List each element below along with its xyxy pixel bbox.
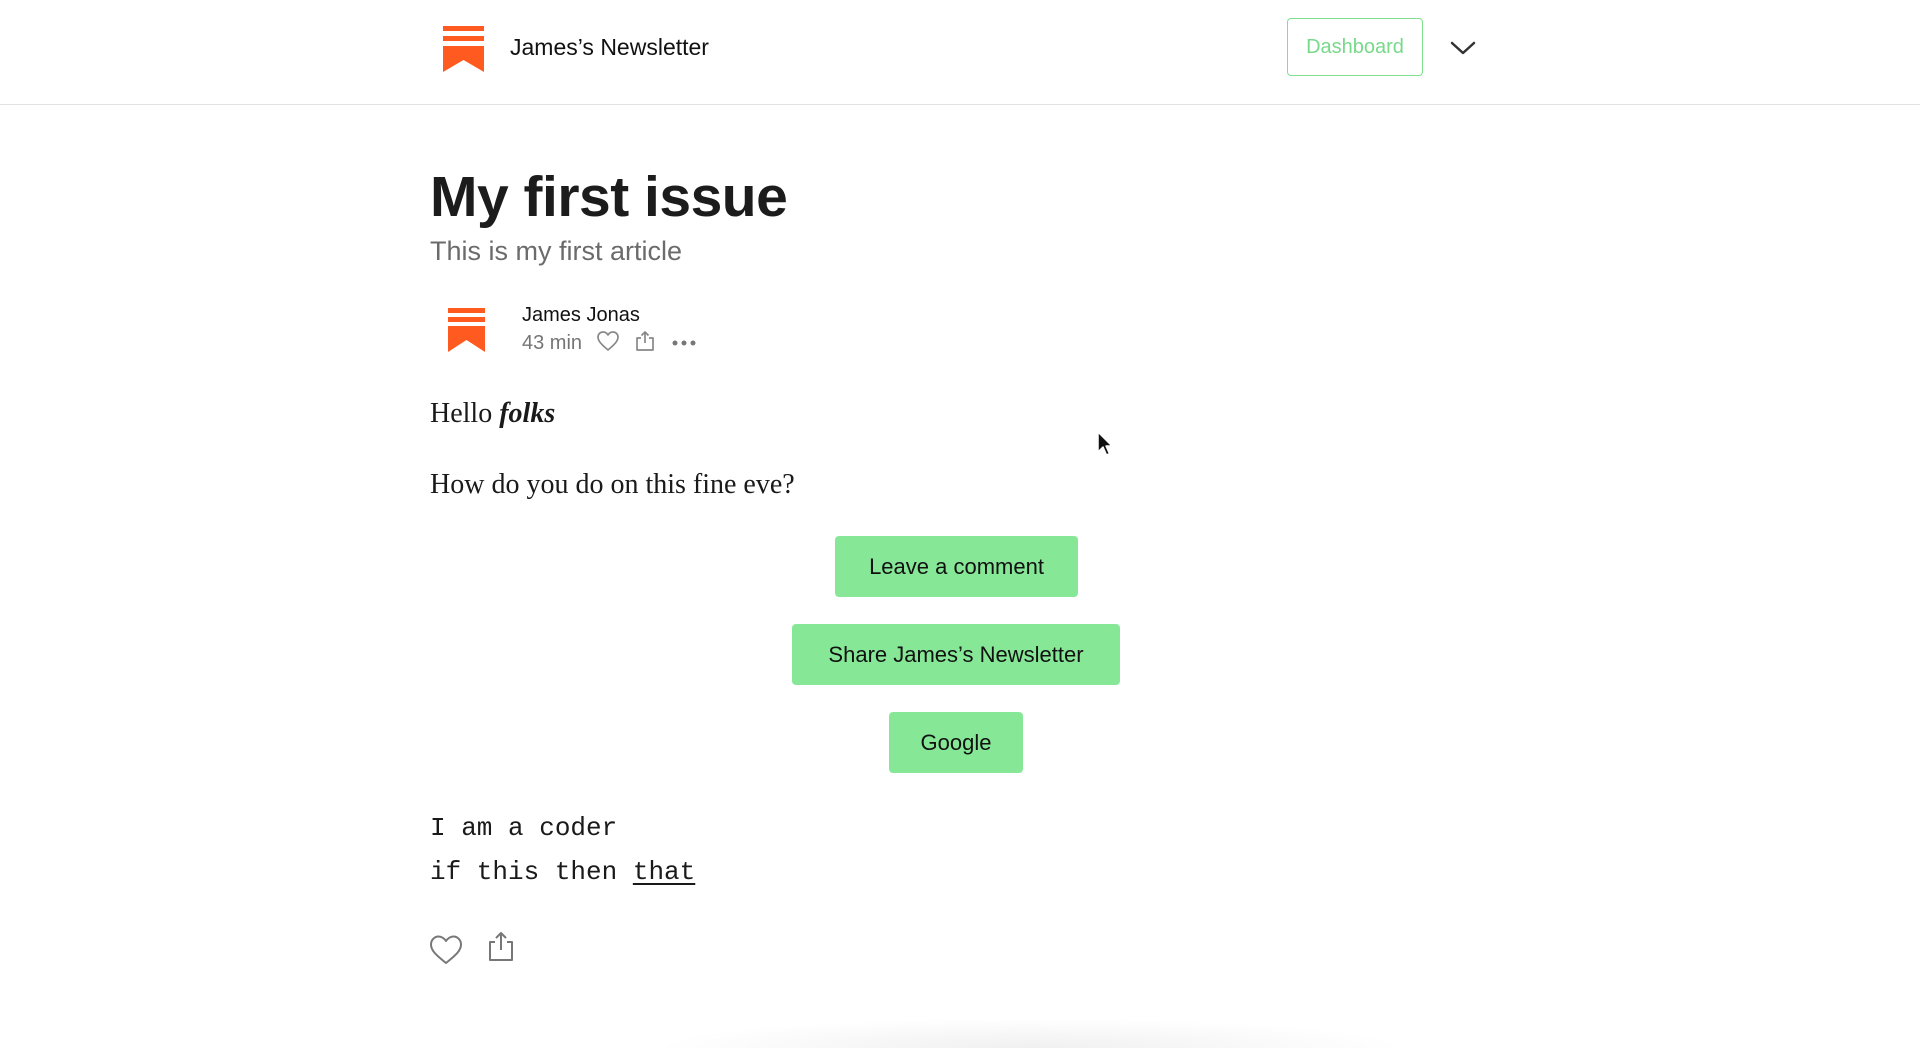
code-block: I am a coder if this then that (430, 806, 695, 894)
google-link-button[interactable]: Google (889, 712, 1023, 773)
like-button-heart-icon[interactable] (429, 934, 463, 971)
post-meta: 43 min (522, 330, 696, 356)
post-title: My first issue (430, 165, 788, 229)
bottom-shadow (650, 1018, 1410, 1048)
code-line-2: if this then (430, 857, 618, 887)
post-subtitle: This is my first article (430, 236, 683, 266)
greeting-paragraph: Hello folks (430, 396, 555, 432)
leave-comment-button[interactable]: Leave a comment (835, 536, 1078, 597)
site-header: James’s Newsletter Dashboard (0, 0, 1920, 105)
substack-logo-icon (443, 26, 484, 72)
share-icon[interactable] (636, 330, 654, 357)
substack-logo-icon (448, 308, 485, 352)
code-line-1: I am a coder (430, 813, 618, 843)
question-paragraph: How do you do on this fine eve? (430, 469, 795, 500)
publication-name[interactable]: James’s Newsletter (510, 31, 709, 63)
chevron-down-icon[interactable] (1449, 38, 1477, 58)
dashboard-button[interactable]: Dashboard (1287, 18, 1423, 76)
greeting-text: Hello (430, 398, 493, 429)
share-button-share-icon[interactable] (488, 931, 514, 968)
code-link[interactable]: that (633, 857, 695, 887)
mouse-pointer-icon (1096, 430, 1114, 463)
greeting-emphasis: folks (499, 398, 556, 429)
author-name[interactable]: James Jonas (522, 302, 640, 328)
share-newsletter-button[interactable]: Share James’s Newsletter (792, 624, 1120, 685)
publication-logo[interactable] (443, 26, 484, 72)
author-avatar[interactable] (448, 308, 485, 352)
more-icon[interactable] (672, 334, 696, 352)
heart-icon[interactable] (596, 330, 620, 357)
read-time: 43 min (522, 332, 583, 354)
